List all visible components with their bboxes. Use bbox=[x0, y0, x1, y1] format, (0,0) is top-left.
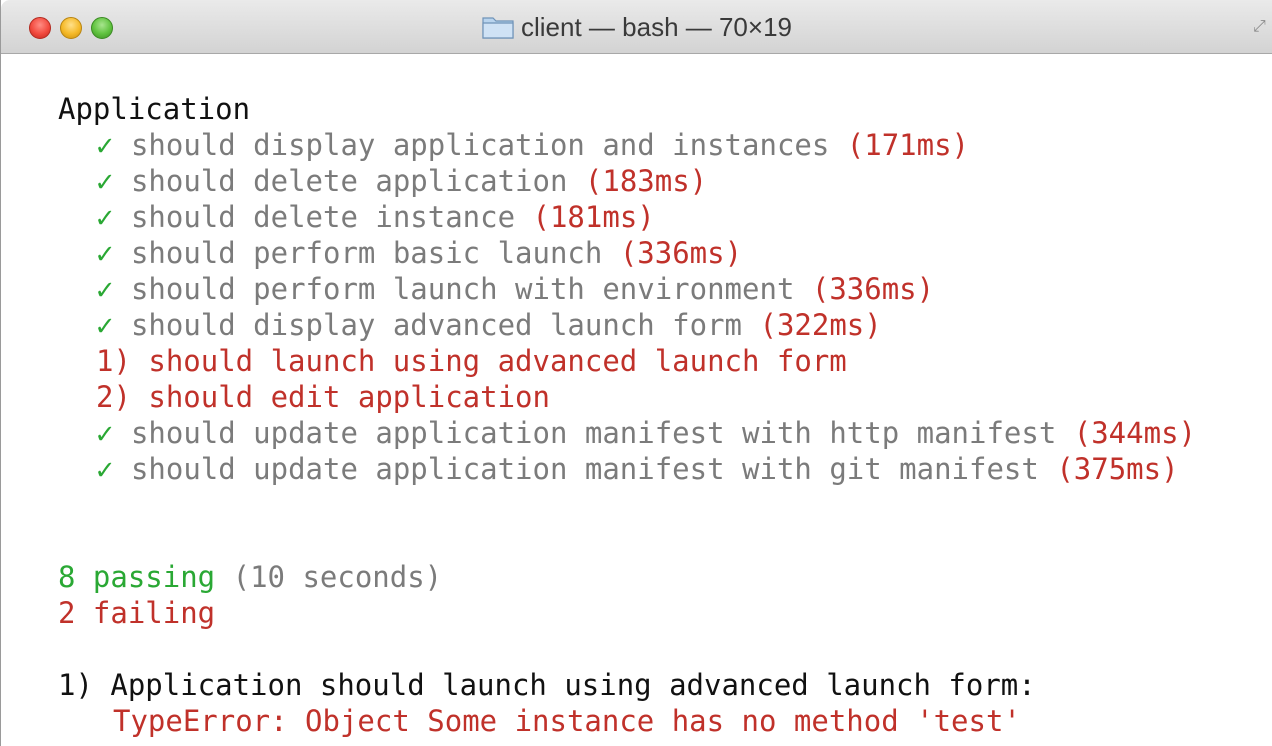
check-icon: ✓ bbox=[96, 200, 114, 234]
check-icon: ✓ bbox=[96, 272, 114, 306]
check-icon: ✓ bbox=[96, 452, 114, 486]
test-duration: (336ms) bbox=[619, 236, 743, 270]
test-name: should update application manifest with … bbox=[130, 452, 1039, 486]
failed-test-line: 1) should launch using advanced launch f… bbox=[96, 344, 847, 378]
test-duration: (375ms) bbox=[1056, 452, 1179, 486]
terminal-output[interactable]: Application ✓ should display application… bbox=[1, 55, 1272, 746]
suite-title: Application bbox=[58, 92, 251, 126]
test-line: ✓ should display application and instanc… bbox=[96, 127, 969, 163]
check-icon: ✓ bbox=[96, 128, 114, 162]
test-duration: (183ms) bbox=[584, 164, 708, 198]
fullscreen-icon[interactable]: ⤢ bbox=[1253, 18, 1269, 34]
test-name: should update application manifest with … bbox=[130, 416, 1057, 450]
failing-count: 2 failing bbox=[58, 596, 216, 630]
test-duration: (322ms) bbox=[759, 308, 882, 342]
passing-time: (10 seconds) bbox=[232, 560, 443, 594]
test-line: ✓ should update application manifest wit… bbox=[96, 415, 1196, 451]
folder-icon bbox=[482, 15, 514, 39]
passing-summary: 8 passing (10 seconds) bbox=[58, 559, 442, 595]
title-bar[interactable]: client — bash — 70×19 ⤢ bbox=[1, 0, 1272, 54]
test-line: ✓ should update application manifest wit… bbox=[96, 451, 1179, 487]
test-line: ✓ should perform basic launch (336ms) bbox=[96, 235, 742, 271]
test-duration: (181ms) bbox=[532, 200, 655, 234]
check-icon: ✓ bbox=[96, 164, 114, 198]
test-name: should display advanced launch form bbox=[130, 308, 743, 342]
test-duration: (171ms) bbox=[846, 128, 970, 162]
test-name: should delete instance bbox=[130, 200, 516, 234]
test-line: ✓ should display advanced launch form (3… bbox=[96, 307, 882, 343]
test-duration: (344ms) bbox=[1073, 416, 1196, 450]
test-line: ✓ should perform launch with environment… bbox=[96, 271, 934, 307]
test-name: should display application and instances bbox=[130, 128, 830, 162]
check-icon: ✓ bbox=[96, 236, 114, 270]
check-icon: ✓ bbox=[96, 308, 114, 342]
window-title-container: client — bash — 70×19 bbox=[1, 0, 1272, 54]
test-name: should perform basic launch bbox=[130, 236, 603, 270]
terminal-window: client — bash — 70×19 ⤢ Application ✓ sh… bbox=[0, 0, 1272, 746]
test-name: should perform launch with environment bbox=[130, 272, 795, 306]
failure-error: TypeError: Object Some instance has no m… bbox=[113, 704, 1021, 738]
test-line: ✓ should delete application (183ms) bbox=[96, 163, 707, 199]
test-line: ✓ should delete instance (181ms) bbox=[96, 199, 655, 235]
passing-count: 8 passing bbox=[58, 560, 216, 594]
window-title: client — bash — 70×19 bbox=[521, 11, 792, 42]
test-duration: (336ms) bbox=[811, 272, 935, 306]
check-icon: ✓ bbox=[96, 416, 114, 450]
failure-title: 1) Application should launch using advan… bbox=[58, 668, 1036, 702]
failed-test-line: 2) should edit application bbox=[96, 380, 550, 414]
test-name: should delete application bbox=[130, 164, 568, 198]
